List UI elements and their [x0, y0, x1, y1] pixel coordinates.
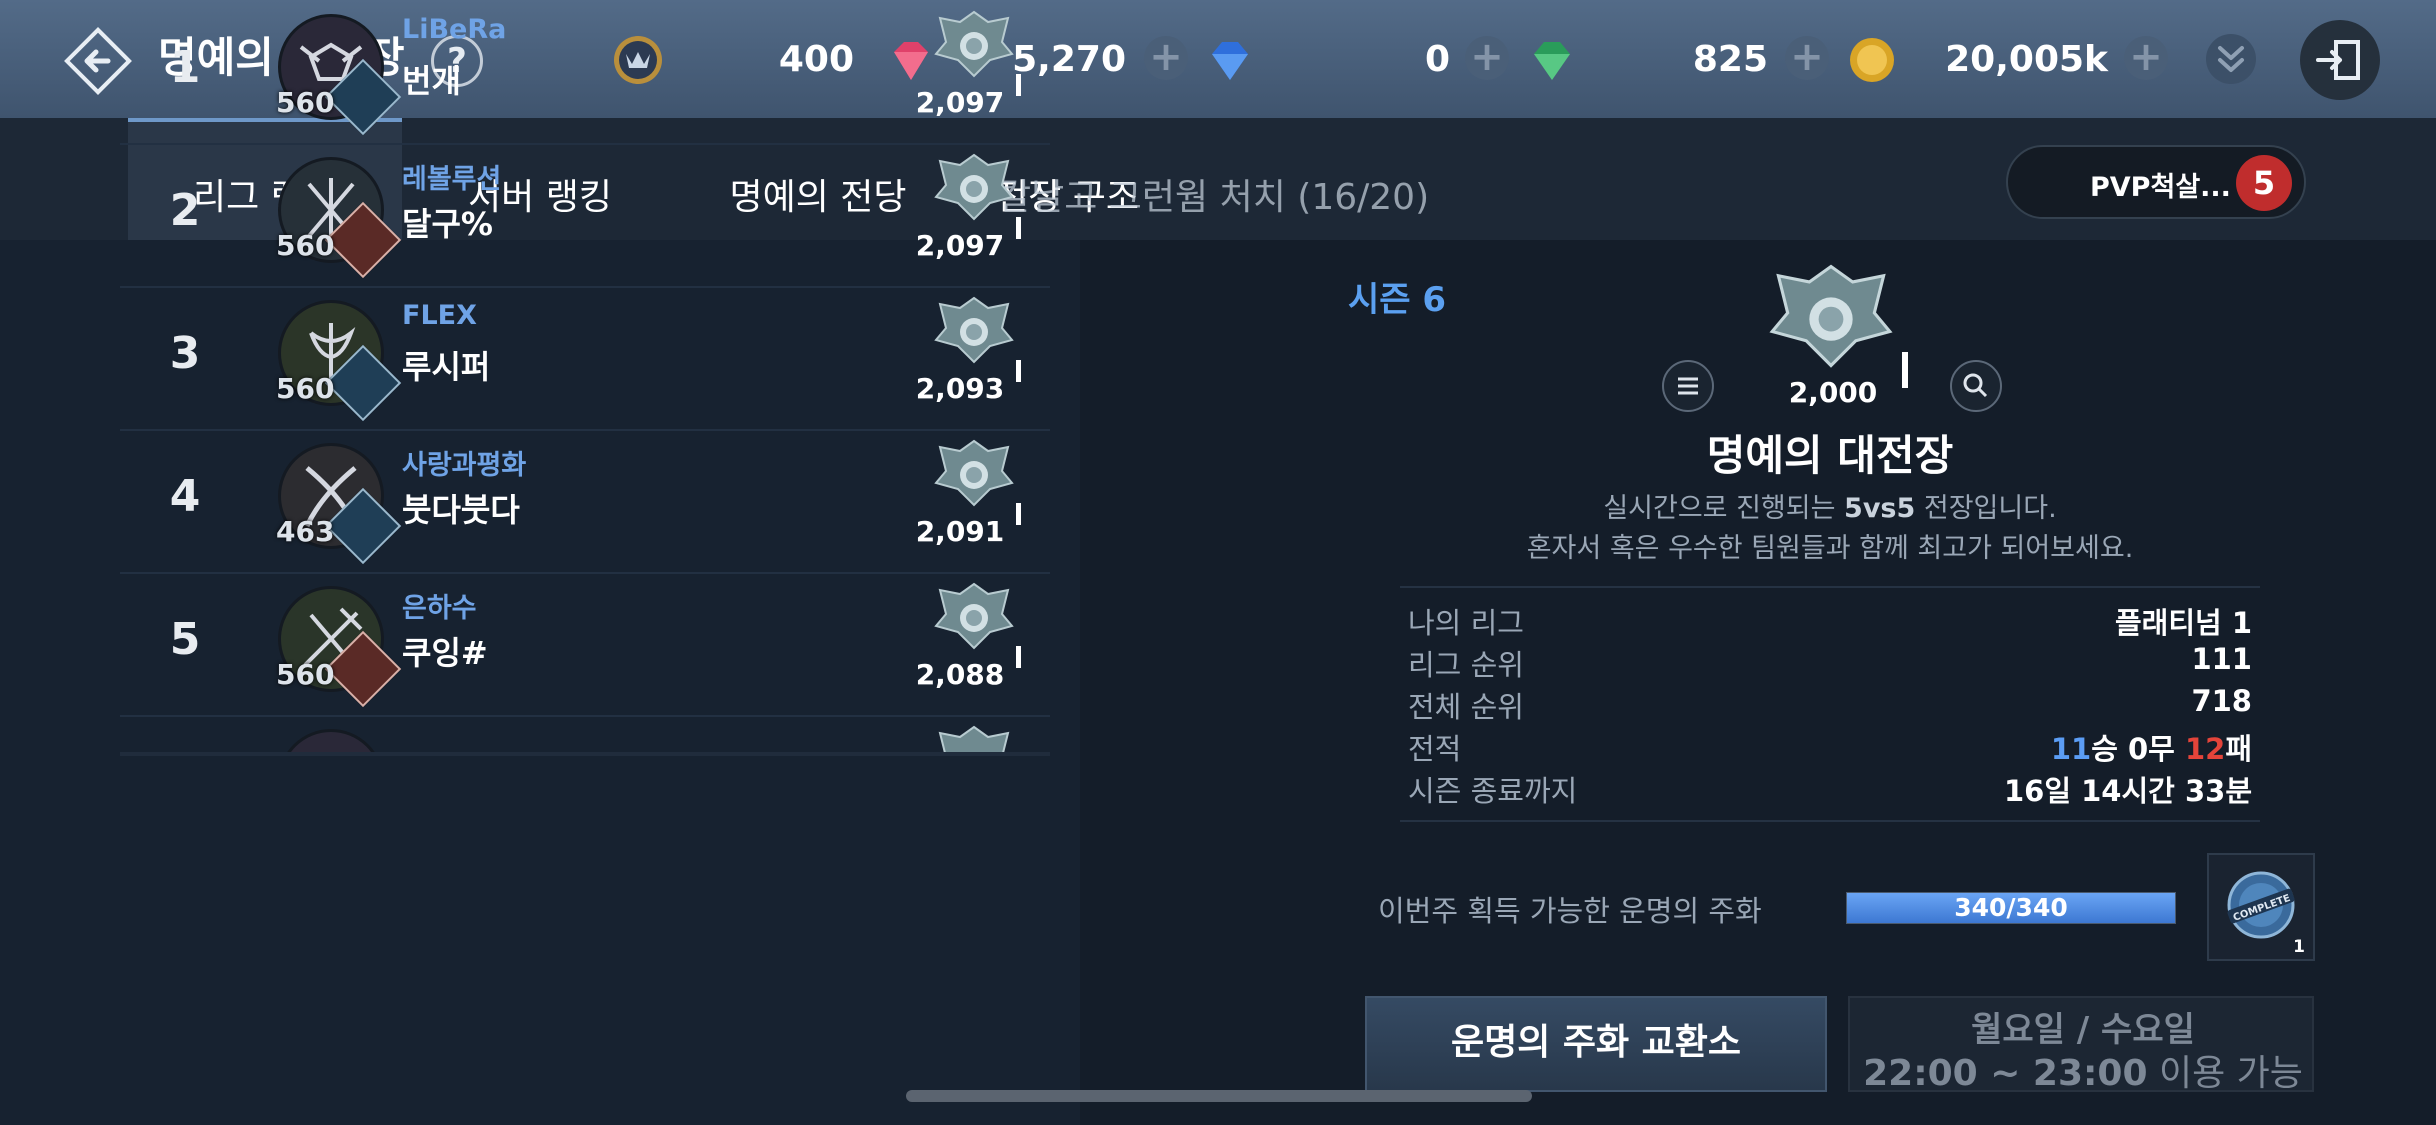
divider: [1400, 586, 2260, 588]
guild-name: 은하수: [402, 593, 477, 624]
my-score: 2,000: [1788, 376, 1878, 409]
league-list-button[interactable]: [1662, 360, 1714, 412]
guild-name: FLEX: [402, 300, 477, 331]
season-end-value: 16일 14시간 33분: [2003, 774, 2252, 808]
ranking-row[interactable]: 1 560 LiBeRa 번개 2,097: [120, 0, 1050, 145]
class-portrait: [278, 729, 384, 752]
league-score: 2,088: [915, 658, 1005, 691]
ranking-row[interactable]: 3 560 FLEX 루시퍼 2,093: [120, 286, 1050, 431]
fate-coin-slot[interactable]: COMPLETE 1: [2207, 853, 2315, 961]
player-name: 번개: [402, 62, 461, 100]
notification-badge: 5: [2236, 155, 2292, 211]
tier-roman-numeral: [1016, 217, 1021, 239]
tier-roman-numeral: [1016, 646, 1021, 668]
platinum-emblem-icon: [938, 725, 1010, 752]
ranking-row[interactable]: 2 560 레볼루션 달구% 2,097: [120, 143, 1050, 288]
fate-coin-exchange-button[interactable]: 운명의 주화 교환소: [1365, 996, 1827, 1092]
league-rank-label: 리그 순위: [1408, 648, 1524, 682]
player-name: 붓다붓다: [402, 491, 520, 529]
divider: [1400, 820, 2260, 822]
gold-coin-amount: 20,005k: [1945, 39, 2108, 80]
platinum-emblem-icon: [934, 582, 1014, 650]
fate-coin-progress-bar: 340/340: [1846, 892, 2176, 924]
menu-list-icon: [1678, 377, 1698, 395]
blue-diamond-amount: 0: [1424, 39, 1450, 80]
green-gem-plus-button[interactable]: +: [1785, 36, 1829, 80]
guild-name: 레볼루션: [402, 164, 502, 195]
home-indicator[interactable]: [906, 1090, 1532, 1102]
coin-count: 1: [2293, 937, 2305, 957]
player-level: 463: [276, 515, 335, 548]
season-label: 시즌 6: [1348, 280, 1447, 320]
player-name: 달구%: [402, 205, 493, 243]
player-name: 쿠잉#: [402, 634, 488, 672]
tier-roman-numeral: [1016, 74, 1021, 96]
rank-number: 3: [169, 328, 201, 379]
double-chevron-down-icon: [2218, 46, 2244, 72]
player-level: 560: [276, 372, 335, 405]
league-info-panel: [1080, 240, 2436, 1125]
league-score: 2,091: [915, 515, 1005, 548]
my-league-label: 나의 리그: [1408, 606, 1524, 640]
ranking-row[interactable]: [120, 715, 1050, 752]
platinum-emblem-icon: [934, 10, 1014, 78]
season-end-label: 시즌 종료까지: [1408, 774, 1578, 808]
guild-name: LiBeRa: [402, 14, 507, 45]
quest-tracker-text: 칼날고 그런웜 처치 (16/20): [998, 177, 1430, 218]
exit-door-icon: [2316, 40, 2360, 80]
ranking-row[interactable]: 5 560 은하수 쿠잉# 2,088: [120, 572, 1050, 717]
total-rank-value: 718: [2191, 684, 2252, 718]
league-score: 2,097: [915, 86, 1005, 119]
rank-number: 4: [169, 471, 201, 522]
list-divider: [120, 752, 1050, 756]
rank-number: 2: [169, 185, 201, 236]
red-gem-plus-button[interactable]: +: [1144, 36, 1188, 80]
league-score: 2,097: [915, 229, 1005, 262]
green-gem-icon: [1534, 42, 1570, 80]
platinum-emblem-icon: [934, 153, 1014, 221]
ranking-list[interactable]: 1 560 LiBeRa 번개 2,097 2 560 레볼루션 달구% 2,0…: [120, 0, 1050, 752]
player-level: 560: [276, 229, 335, 262]
schedule-time: 22:00 ~ 23:00 이용 가능: [1863, 1053, 2303, 1094]
progress-text: 340/340: [1954, 893, 2068, 922]
guild-name: 사랑과평화: [402, 450, 527, 481]
pvp-label: PVP척살...: [2090, 172, 2231, 203]
fate-coin-label: 이번주 획득 가능한 운명의 주화: [1378, 894, 1762, 928]
my-league-value: 플래티넘 1: [2115, 606, 2252, 640]
record-label: 전적: [1408, 732, 1462, 766]
total-rank-label: 전체 순위: [1408, 690, 1524, 724]
league-score: 2,093: [915, 372, 1005, 405]
description-line-2: 혼자서 혹은 우수한 팀원들과 함께 최고가 되어보세요.: [1526, 533, 2134, 564]
tier-roman-numeral: [1016, 360, 1021, 382]
description-line-1: 실시간으로 진행되는 5vs5 전장입니다.: [1603, 493, 2057, 524]
pvp-kill-quest-button[interactable]: PVP척살... 5: [2006, 145, 2306, 219]
schedule-box: 월요일 / 수요일 22:00 ~ 23:00 이용 가능: [1848, 996, 2314, 1094]
record-value: 11승 0무 12패: [2050, 732, 2252, 766]
gold-coin-icon: [1850, 38, 1894, 82]
blue-diamond-plus-button[interactable]: +: [1465, 36, 1509, 80]
player-name: 루시퍼: [402, 348, 491, 386]
player-level: 560: [276, 86, 335, 119]
tier-roman-numeral: [1902, 352, 1908, 388]
platinum-emblem-icon: [934, 439, 1014, 507]
player-level: 560: [276, 658, 335, 691]
search-button[interactable]: [1950, 360, 2002, 412]
league-rank-value: 111: [2191, 642, 2252, 676]
tier-roman-numeral: [1016, 503, 1021, 525]
ranking-row[interactable]: 4 463 사랑과평화 붓다붓다 2,091: [120, 429, 1050, 574]
exit-button[interactable]: [2300, 20, 2380, 100]
rank-number: 1: [169, 42, 201, 93]
gold-coin-plus-button[interactable]: +: [2124, 36, 2168, 80]
search-icon: [1963, 373, 1988, 398]
panel-title: 명예의 대전장: [1706, 431, 1954, 480]
rank-number: 5: [169, 614, 201, 665]
platinum-emblem-icon: [1769, 264, 1893, 368]
collapse-button[interactable]: [2206, 34, 2256, 84]
blue-diamond-icon: [1212, 42, 1248, 80]
platinum-emblem-icon: [934, 296, 1014, 364]
green-gem-amount: 825: [1692, 39, 1768, 80]
